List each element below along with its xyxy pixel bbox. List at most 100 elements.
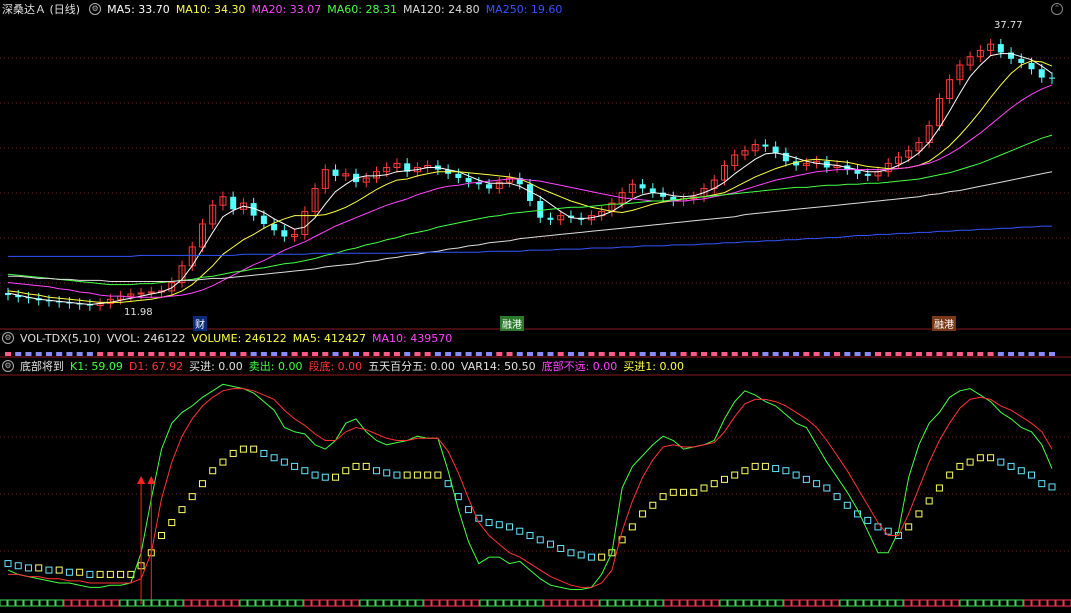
volume-bar: [455, 352, 462, 356]
volume-bar: [639, 352, 646, 356]
var14-box: [24, 564, 32, 572]
signal-strip-cell: [0, 599, 8, 607]
volume-bar: [752, 352, 759, 356]
signal-strip-cell: [871, 599, 880, 607]
chart-canvas[interactable]: [0, 0, 1071, 613]
var14-box: [403, 471, 411, 479]
var14-box: [465, 506, 473, 514]
signal-strip-cell: [495, 599, 504, 607]
volume-bar: [813, 352, 820, 356]
volume-bar: [793, 352, 800, 356]
var14-box: [935, 484, 943, 492]
var14-box: [250, 445, 258, 453]
var14-box: [434, 471, 442, 479]
var14-box: [700, 484, 708, 492]
var14-box: [628, 523, 636, 531]
signal-strip-cell: [551, 599, 560, 607]
signal-strip-cell: [279, 599, 288, 607]
volume-bar: [762, 352, 769, 356]
var14-box: [526, 532, 534, 540]
volume-bar: [619, 352, 626, 356]
signal-strip-cell: [295, 599, 304, 607]
volume-bar: [271, 352, 278, 356]
signal-strip-cell: [263, 599, 272, 607]
signal-strip-cell: [719, 599, 728, 607]
signal-strip-cell: [743, 599, 752, 607]
candle-body-down: [455, 173, 462, 178]
volume-bar: [834, 352, 841, 356]
volume-bar: [629, 352, 636, 356]
panel-settings-icon[interactable]: ⚙: [2, 332, 14, 344]
volume-bar: [107, 352, 114, 356]
signal-strip-cell: [887, 599, 896, 607]
signal-strip-cell: [191, 599, 200, 607]
volume-bar: [445, 352, 452, 356]
signal-strip-cell: [679, 599, 688, 607]
signal-strip-cell: [199, 599, 208, 607]
volume-bar: [148, 352, 155, 356]
var14-box: [823, 484, 831, 492]
volume-bar: [486, 352, 493, 356]
var14-box: [424, 471, 432, 479]
volume-bar: [803, 352, 810, 356]
volume-bar: [823, 352, 830, 356]
volume-bar: [1018, 352, 1025, 356]
var14-box: [915, 510, 923, 518]
volume-bar: [772, 352, 779, 356]
volume-bar: [557, 352, 564, 356]
var14-box: [1028, 471, 1036, 479]
volume-bar: [15, 352, 22, 356]
volume-bar: [701, 352, 707, 356]
indicator-settings-icon[interactable]: ⚙: [2, 360, 14, 372]
volume-bar: [342, 352, 349, 356]
var14-box: [813, 480, 821, 488]
indicator-name[interactable]: 底部将到: [20, 358, 64, 374]
signal-strip-cell: [47, 599, 56, 607]
var14-box: [680, 488, 688, 496]
volume-bar: [731, 352, 738, 356]
volume-bars: [5, 352, 1055, 356]
var14-box: [669, 488, 677, 496]
volume-bar: [414, 352, 421, 356]
volume-bar: [987, 352, 994, 356]
signal-strip-cell: [839, 599, 848, 607]
var14-box: [454, 493, 462, 501]
volume-bar: [680, 352, 687, 356]
sell-label: 卖出: 0.00: [248, 360, 303, 373]
candle-body-down: [997, 44, 1004, 53]
volume-indicator-name[interactable]: VOL-TDX(5,10): [20, 332, 101, 345]
signal-strip-cell: [175, 599, 184, 607]
var14-box: [905, 523, 913, 531]
signal-strip-cell: [39, 599, 48, 607]
var14-box: [86, 570, 94, 578]
var14-box: [260, 449, 268, 457]
five-day-label: 五天百分五: 0.00: [368, 360, 455, 373]
signal-strip-cell: [575, 599, 584, 607]
min-price-label: 11.98: [124, 307, 153, 318]
signal-strip-cell: [15, 599, 24, 607]
volume-bar: [997, 352, 1004, 356]
signal-strip-cell: [831, 599, 840, 607]
signal-strip-cell: [943, 599, 952, 607]
signal-strip-cell: [471, 599, 480, 607]
var14-box: [198, 480, 206, 488]
max-price-label: 37.77: [994, 20, 1023, 31]
var14-box: [239, 445, 247, 453]
signal-strip-cell: [391, 599, 400, 607]
var14-box: [219, 458, 227, 466]
var14-box: [782, 467, 790, 475]
signal-strip-cell: [711, 599, 720, 607]
signal-strip-cell: [255, 599, 264, 607]
volume-bar: [332, 352, 339, 356]
var14-box: [158, 532, 166, 540]
signal-strip-cell: [775, 599, 784, 607]
vvol-label: VVOL: 246122: [106, 331, 186, 345]
volume-bar: [250, 352, 257, 356]
signal-strip-cell: [791, 599, 800, 607]
volume-bar: [1008, 352, 1015, 356]
var14-box: [659, 493, 667, 501]
buy-signal-arrow: [147, 476, 156, 484]
signal-strip-cell: [343, 599, 352, 607]
volume-bar: [138, 352, 145, 356]
volume-bar: [260, 352, 267, 356]
